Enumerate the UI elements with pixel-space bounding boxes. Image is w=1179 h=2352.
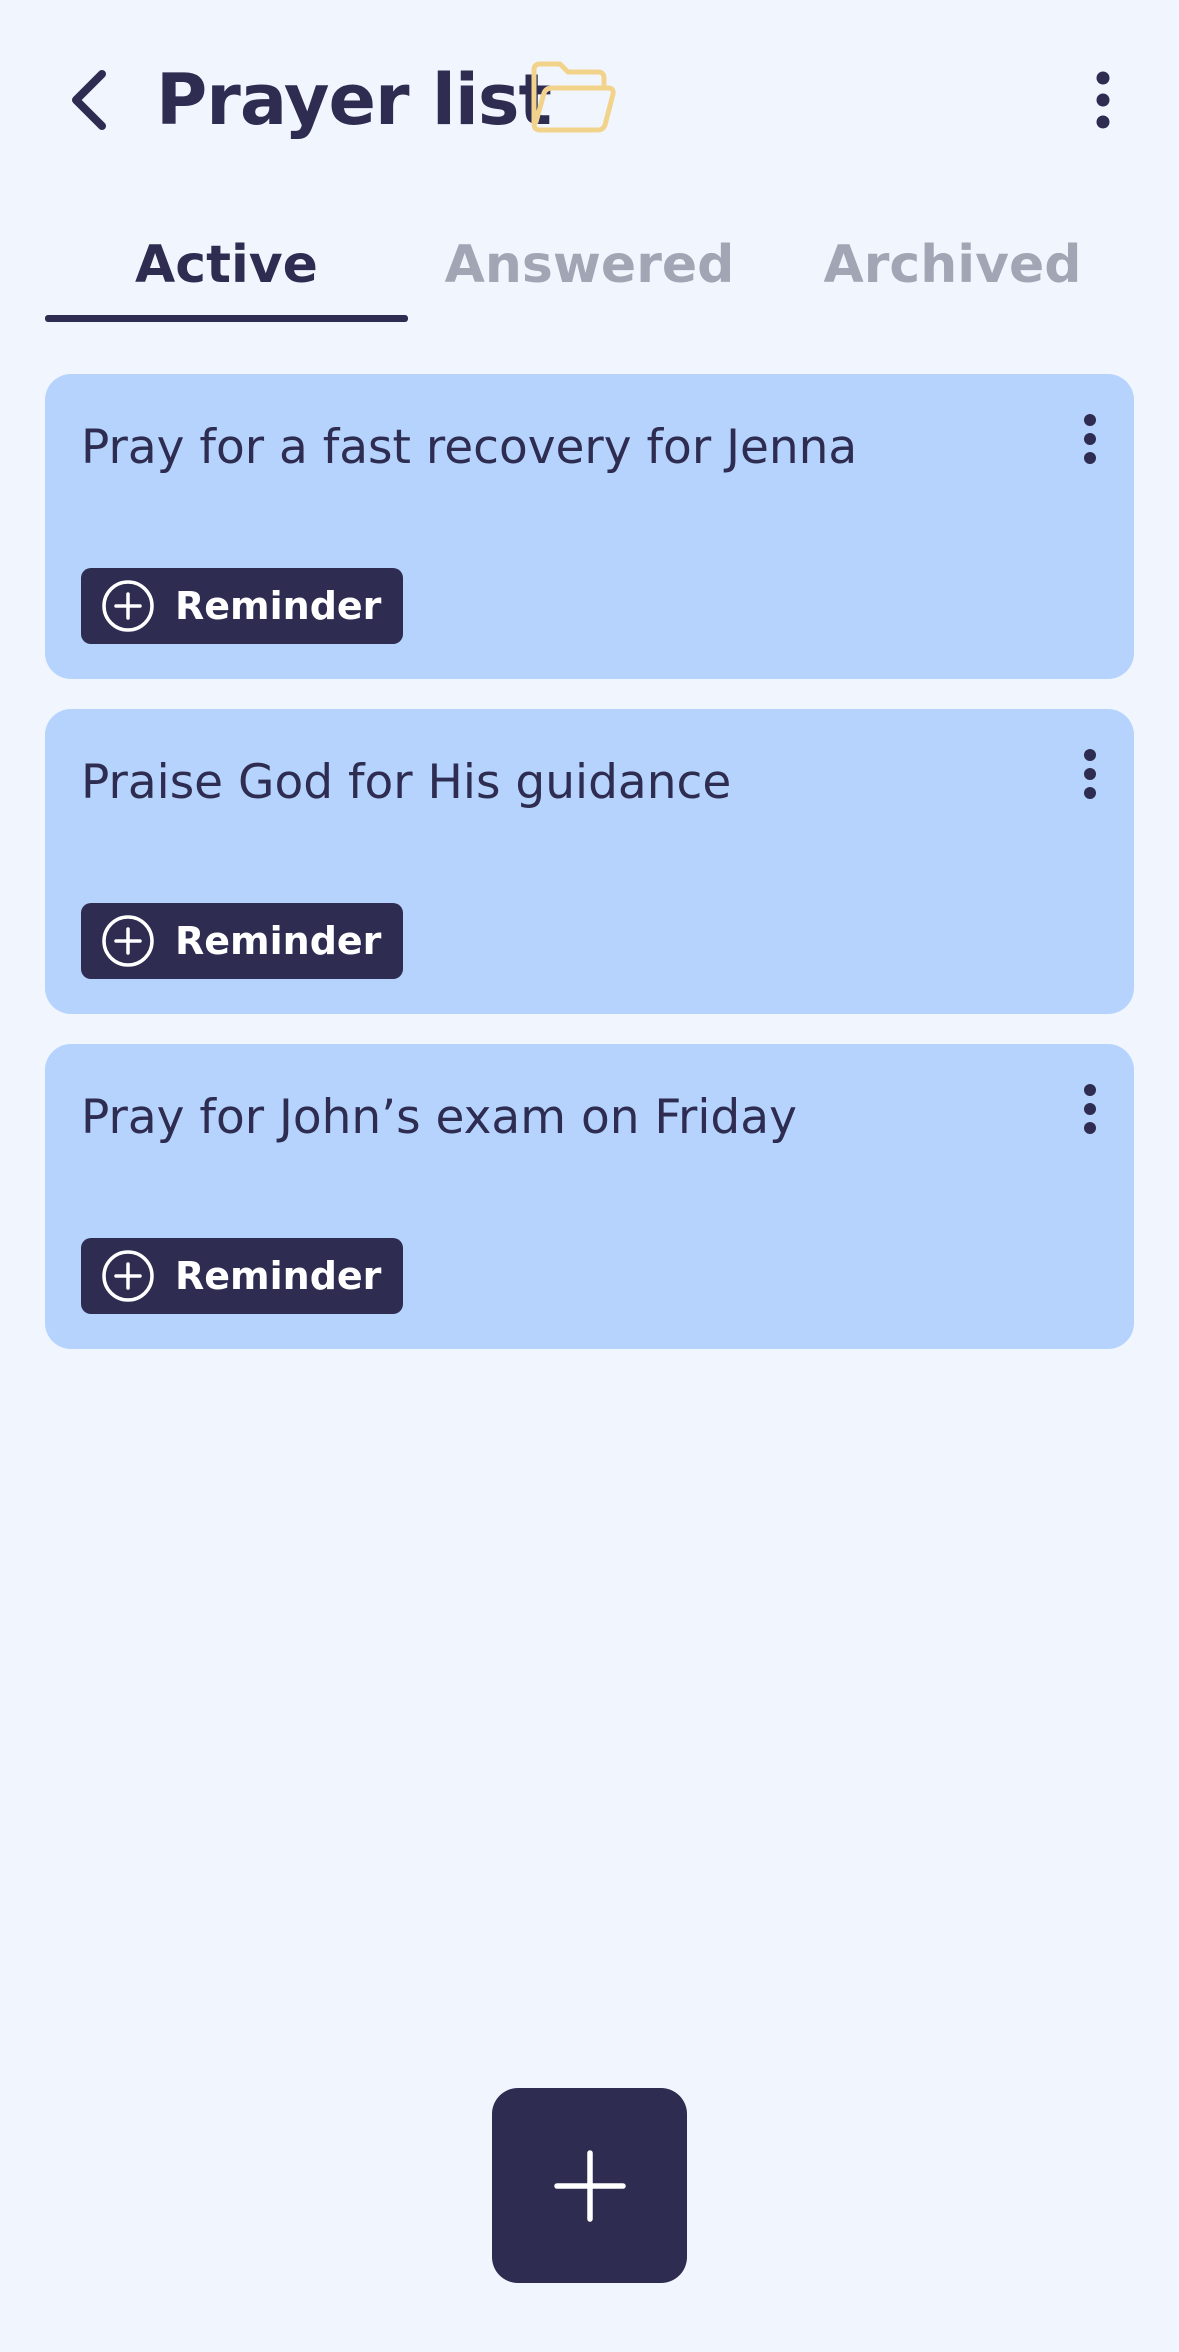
prayer-more-button[interactable] — [1070, 1074, 1110, 1144]
tab-label: Archived — [823, 235, 1082, 295]
add-reminder-button[interactable]: Reminder — [81, 1238, 404, 1314]
prayer-more-button[interactable] — [1070, 404, 1110, 474]
back-button[interactable] — [58, 62, 118, 138]
prayer-text: Pray for a fast recovery for Jenna — [81, 420, 858, 475]
tab-answered[interactable]: Answered — [408, 220, 771, 322]
reminder-label: Reminder — [175, 919, 382, 963]
add-reminder-button[interactable]: Reminder — [81, 903, 404, 979]
more-vertical-icon — [1084, 1084, 1096, 1134]
plus-circle-icon — [102, 915, 154, 967]
reminder-label: Reminder — [175, 584, 382, 628]
plus-circle-icon — [102, 580, 154, 632]
prayer-card[interactable]: Pray for a fast recovery for Jenna Remin… — [45, 374, 1134, 679]
reminder-label: Reminder — [175, 1254, 382, 1298]
more-vertical-icon — [1096, 71, 1110, 129]
prayer-text: Praise God for His guidance — [81, 755, 732, 810]
prayer-text: Pray for John’s exam on Friday — [81, 1090, 797, 1145]
more-vertical-icon — [1084, 749, 1096, 799]
prayer-more-button[interactable] — [1070, 739, 1110, 809]
plus-circle-icon — [102, 1250, 154, 1302]
tab-active-indicator — [45, 315, 408, 322]
tab-active[interactable]: Active — [45, 220, 408, 322]
app-header: Prayer list — [0, 0, 1179, 200]
tab-label: Answered — [444, 235, 735, 295]
more-vertical-icon — [1084, 414, 1096, 464]
tab-label: Active — [135, 235, 318, 295]
page-title: Prayer list — [156, 59, 552, 141]
prayer-card[interactable]: Praise God for His guidance Reminder — [45, 709, 1134, 1014]
plus-icon — [553, 2149, 626, 2222]
prayer-card[interactable]: Pray for John’s exam on Friday Reminder — [45, 1044, 1134, 1349]
tab-bar: Active Answered Archived — [45, 220, 1134, 322]
add-prayer-button[interactable] — [492, 2088, 687, 2283]
chevron-left-icon — [72, 70, 106, 130]
more-options-button[interactable] — [1080, 62, 1126, 138]
add-reminder-button[interactable]: Reminder — [81, 568, 404, 644]
folder-open-icon — [531, 61, 616, 133]
tab-archived[interactable]: Archived — [771, 220, 1134, 322]
